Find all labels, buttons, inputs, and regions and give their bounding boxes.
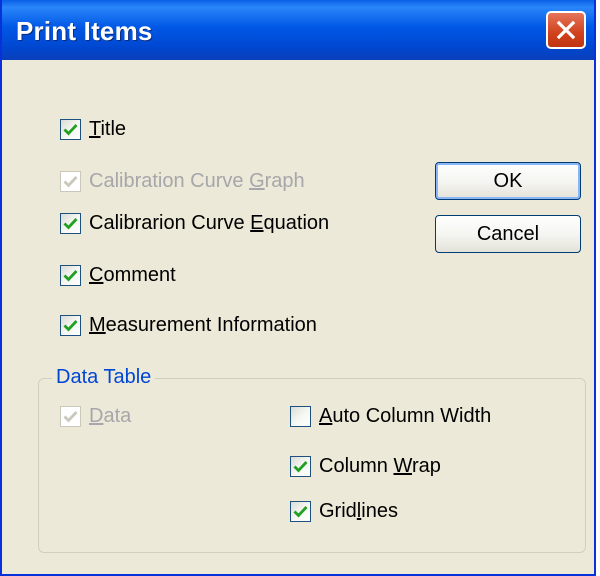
checkbox-measurement-information[interactable]: Measurement Information: [60, 314, 317, 337]
checkbox-label: Title: [89, 118, 127, 140]
checkmark-icon: [63, 411, 78, 423]
checkbox-column-wrap[interactable]: Column Wrap: [290, 455, 441, 478]
title-bar[interactable]: Print Items: [2, 0, 594, 60]
checkbox-label: Calibration Curve Graph: [89, 170, 305, 192]
checkbox-label: Column Wrap: [319, 455, 441, 477]
ok-button[interactable]: OK: [435, 162, 581, 200]
checkbox-box[interactable]: [60, 171, 81, 192]
checkbox-label: Comment: [89, 264, 176, 286]
checkbox-box[interactable]: [290, 406, 311, 427]
checkbox-label: Gridlines: [319, 500, 398, 522]
checkbox-box[interactable]: [60, 406, 81, 427]
dialog-title: Print Items: [16, 16, 153, 46]
checkmark-icon: [63, 176, 78, 188]
checkbox-box[interactable]: [60, 119, 81, 140]
checkbox-box[interactable]: [60, 315, 81, 336]
checkmark-icon: [63, 218, 78, 230]
checkbox-box[interactable]: [290, 501, 311, 522]
checkmark-icon: [63, 320, 78, 332]
checkbox-box[interactable]: [290, 456, 311, 477]
checkbox-comment[interactable]: Comment: [60, 264, 176, 287]
checkbox-label: Calibrarion Curve Equation: [89, 212, 330, 234]
checkbox-auto-column-width[interactable]: Auto Column Width: [290, 405, 491, 428]
checkmark-icon: [293, 461, 308, 473]
checkmark-icon: [63, 270, 78, 282]
print-items-dialog: Print Items Title Calibration Curve Grap…: [0, 0, 596, 576]
checkmark-icon: [293, 506, 308, 518]
checkbox-label: Data: [89, 405, 132, 427]
checkmark-icon: [63, 124, 78, 136]
close-button[interactable]: [546, 11, 586, 49]
checkbox-gridlines[interactable]: Gridlines: [290, 500, 398, 523]
checkbox-label: Measurement Information: [89, 314, 317, 336]
checkbox-box[interactable]: [60, 213, 81, 234]
checkbox-box[interactable]: [60, 265, 81, 286]
checkbox-label: Auto Column Width: [319, 405, 492, 427]
checkbox-calibration-curve-graph[interactable]: Calibration Curve Graph: [60, 170, 305, 193]
checkbox-data[interactable]: Data: [60, 405, 131, 428]
checkbox-calibration-curve-equation[interactable]: Calibrarion Curve Equation: [60, 212, 329, 235]
cancel-button[interactable]: Cancel: [435, 215, 581, 253]
checkbox-title[interactable]: Title: [60, 118, 126, 141]
close-x-icon: [556, 20, 576, 40]
data-table-group-label: Data Table: [52, 366, 156, 389]
